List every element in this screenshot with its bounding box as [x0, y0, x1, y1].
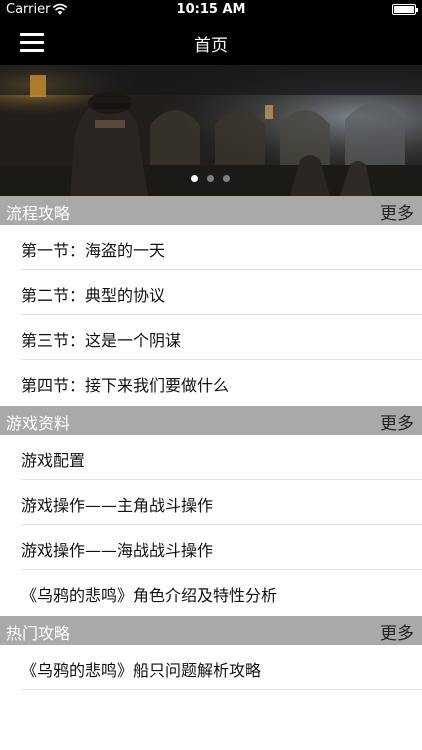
- section-title: 热门攻略: [6, 624, 71, 643]
- list-item[interactable]: 第三节：这是一个阴谋: [0, 315, 422, 360]
- section-title: 流程攻略: [6, 204, 71, 223]
- banner-carousel[interactable]: [0, 65, 422, 196]
- section-header-walkthrough: 流程攻略 更多: [0, 196, 422, 225]
- list-item-label: 游戏操作——海战战斗操作: [21, 541, 214, 560]
- battery-icon: [392, 4, 418, 15]
- list-item[interactable]: 《乌鸦的悲鸣》船只问题解析攻略: [0, 645, 422, 690]
- more-button[interactable]: 更多: [380, 619, 414, 644]
- status-bar: Carrier 10:15 AM: [0, 0, 422, 20]
- list-item[interactable]: 《乌鸦的悲鸣》角色介绍及特性分析: [0, 570, 422, 615]
- list-item[interactable]: 第四节：接下来我们要做什么: [0, 360, 422, 405]
- list-item[interactable]: 游戏操作——主角战斗操作: [0, 480, 422, 525]
- section-header-hot-guides: 热门攻略 更多: [0, 616, 422, 645]
- list-item[interactable]: 第二节：典型的协议: [0, 270, 422, 315]
- list-item-label: 游戏配置: [21, 451, 86, 470]
- section-header-game-info: 游戏资料 更多: [0, 406, 422, 435]
- page-dot-3[interactable]: [223, 175, 230, 182]
- status-time: 10:15 AM: [176, 2, 246, 17]
- list-item[interactable]: 游戏配置: [0, 435, 422, 480]
- page-title: 首页: [194, 36, 228, 56]
- more-button[interactable]: 更多: [380, 409, 414, 434]
- navigation-bar: 首页: [0, 20, 422, 65]
- section-title: 游戏资料: [6, 414, 71, 433]
- row-separator: [21, 689, 422, 690]
- list-item-label: 第四节：接下来我们要做什么: [21, 376, 230, 395]
- more-button[interactable]: 更多: [380, 199, 414, 224]
- list-item-label: 第三节：这是一个阴谋: [21, 331, 182, 350]
- list-item[interactable]: 游戏操作——海战战斗操作: [0, 525, 422, 570]
- list-item-label: 游戏操作——主角战斗操作: [21, 496, 214, 515]
- page-dot-2[interactable]: [207, 175, 214, 182]
- list-item-label: 《乌鸦的悲鸣》船只问题解析攻略: [21, 661, 262, 680]
- list-item-label: 第一节：海盗的一天: [21, 241, 166, 260]
- list-item-label: 第二节：典型的协议: [21, 286, 166, 305]
- list-item-label: 《乌鸦的悲鸣》角色介绍及特性分析: [21, 586, 278, 605]
- page-dot-1[interactable]: [191, 175, 198, 182]
- list-item[interactable]: 第一节：海盗的一天: [0, 225, 422, 270]
